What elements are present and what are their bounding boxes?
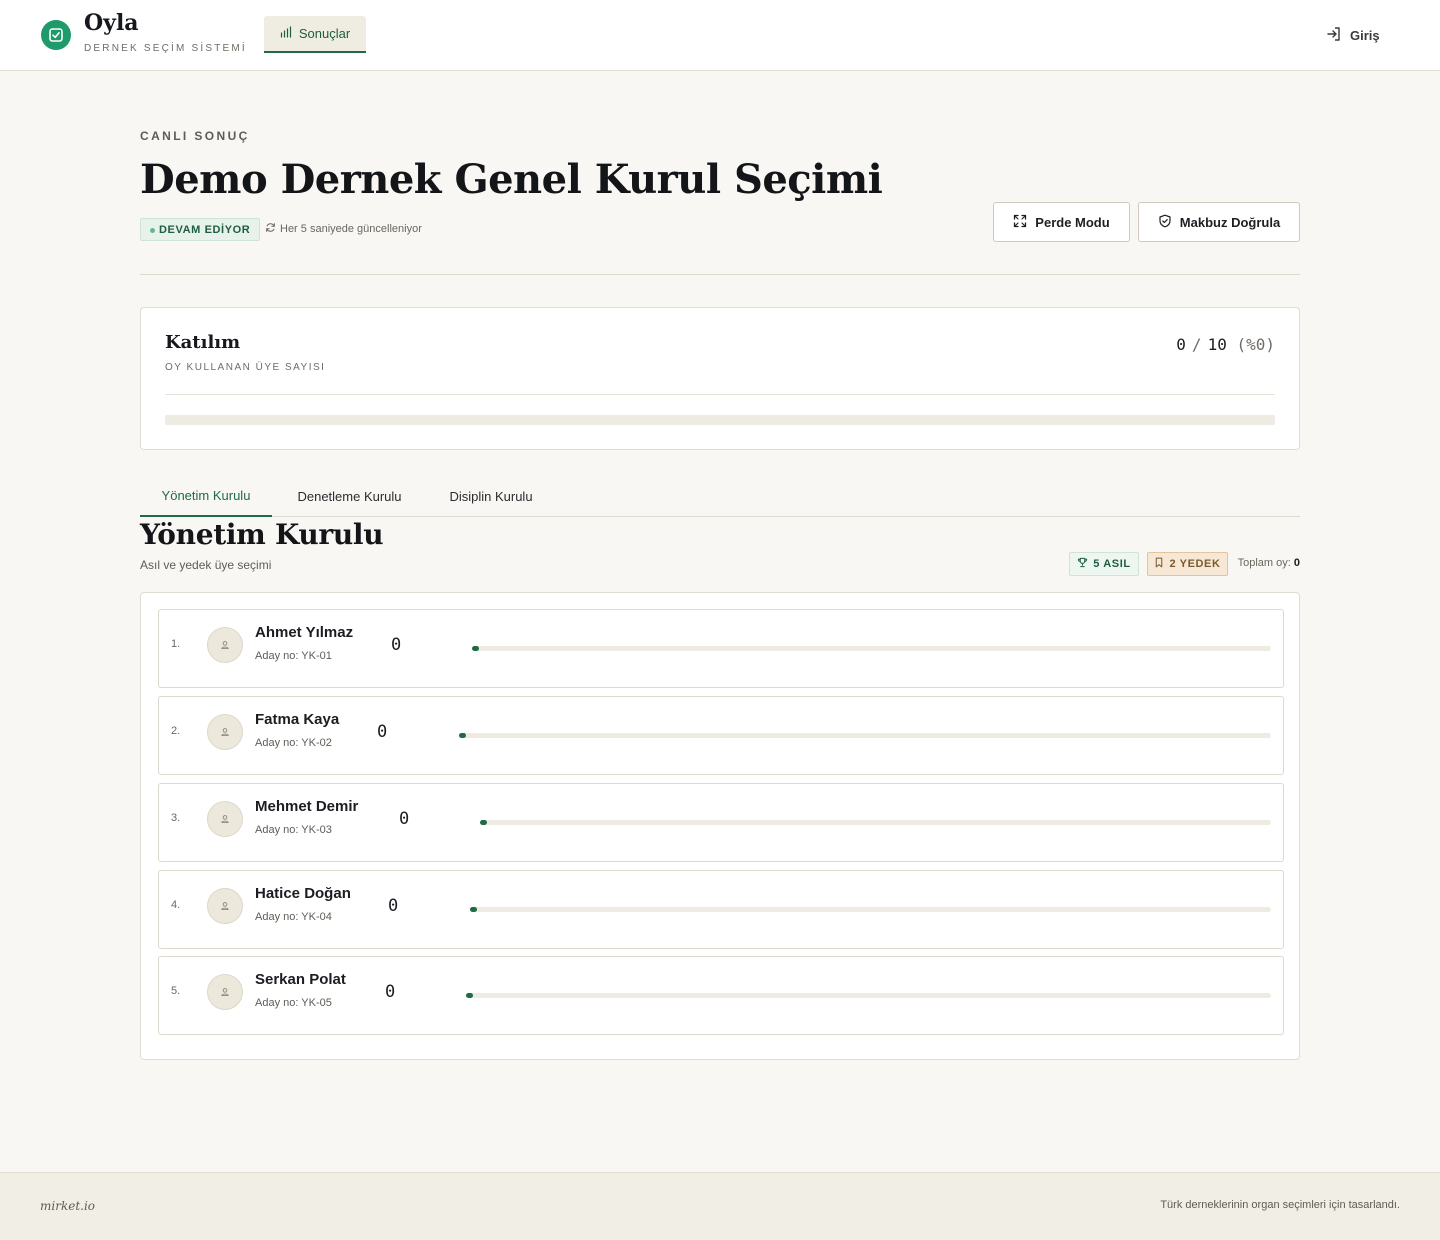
section-title: Yönetim Kurulu [140,518,384,551]
participation-separator: / [1191,335,1202,354]
reserve-members-badge: 2 YEDEK [1147,552,1228,576]
reserve-members-label: 2 YEDEK [1169,558,1221,570]
participation-divider [165,394,1275,395]
top-navigation-bar: Oyla DERNEK SEÇİM SİSTEMİ Sonuçlar Giriş [0,0,1440,71]
candidate-vote-bar [466,993,1271,998]
candidate-name: Hatice Doğan [255,885,351,902]
tab-yonetim-kurulu[interactable]: Yönetim Kurulu [140,476,272,517]
candidate-votes: 0 [391,635,402,655]
candidate-vote-fill [472,646,479,651]
login-label: Giriş [1350,28,1380,43]
log-in-icon [1326,26,1342,45]
candidate-rank: 4. [171,899,181,911]
status-badge: DEVAM EDİYOR [140,218,261,241]
candidate-rank: 1. [171,638,181,650]
user-icon [207,888,243,924]
participation-voted: 0 [1176,335,1186,354]
candidate-name: Mehmet Demir [255,798,359,815]
candidate-rank: 3. [171,812,181,824]
tab-disiplin-kurulu[interactable]: Disiplin Kurulu [427,476,555,517]
nav-tab-results[interactable]: Sonuçlar [264,16,366,53]
status-dot-icon [150,228,155,233]
nav-tab-results-label: Sonuçlar [298,26,351,41]
candidate-votes: 0 [385,982,396,1002]
candidate-name: Serkan Polat [255,971,346,988]
brand-subtitle: DERNEK SEÇİM SİSTEMİ [84,43,247,54]
section-subtitle: Asıl ve yedek üye seçimi [140,558,272,572]
page-title: Demo Dernek Genel Kurul Seçimi [140,156,883,203]
participation-card: Katılım OY KULLANAN ÜYE SAYISI 0 / 10 (%0) [140,307,1300,450]
candidate-votes: 0 [377,722,388,742]
candidate-row: 5. Serkan Polat Aday no: YK-05 0 [158,956,1284,1035]
candidate-vote-bar [470,907,1271,912]
candidate-vote-bar [480,820,1271,825]
user-icon [207,714,243,750]
candidate-vote-bar [472,646,1271,651]
refresh-icon [265,222,276,236]
shield-check-icon [1158,214,1172,231]
tab-denetleme-kurulu[interactable]: Denetleme Kurulu [277,476,422,517]
candidate-number: Aday no: YK-03 [255,824,332,836]
candidate-vote-bar [459,733,1271,738]
section-divider [140,274,1300,275]
expand-icon [1013,214,1027,231]
user-icon [207,801,243,837]
total-votes-label: Toplam oy: [1237,557,1291,569]
candidate-number: Aday no: YK-01 [255,650,332,662]
candidate-votes: 0 [399,809,410,829]
candidate-vote-fill [466,993,473,998]
refresh-note: Her 5 saniyede güncelleniyor [265,222,422,236]
candidate-row: 3. Mehmet Demir Aday no: YK-03 0 [158,783,1284,862]
candidate-vote-fill [470,907,477,912]
candidate-name: Fatma Kaya [255,711,340,728]
candidate-name: Ahmet Yılmaz [255,624,354,641]
candidate-row: 2. Fatma Kaya Aday no: YK-02 0 [158,696,1284,775]
participation-subtitle: OY KULLANAN ÜYE SAYISI [165,362,326,373]
curtain-mode-button[interactable]: Perde Modu [993,202,1130,242]
trophy-icon [1077,557,1088,571]
participation-total: 10 [1207,335,1227,354]
user-icon [207,627,243,663]
candidate-votes: 0 [388,896,399,916]
candidates-card: 1. Ahmet Yılmaz Aday no: YK-01 0 2. Fatm… [140,592,1300,1060]
candidate-vote-fill [459,733,466,738]
candidate-vote-fill [480,820,487,825]
page-footer: mirket.io Türk derneklerinin organ seçim… [0,1172,1440,1240]
candidate-number: Aday no: YK-05 [255,997,332,1009]
main-members-badge: 5 ASIL [1069,552,1139,576]
total-votes: Toplam oy: 0 [1238,557,1300,569]
page-eyebrow: CANLI SONUÇ [140,129,250,143]
user-icon [207,974,243,1010]
refresh-note-label: Her 5 saniyede güncelleniyor [280,223,422,235]
candidate-rank: 5. [171,985,181,997]
candidate-row: 1. Ahmet Yılmaz Aday no: YK-01 0 [158,609,1284,688]
footer-tagline: Türk derneklerinin organ seçimleri için … [1160,1199,1400,1211]
main-members-label: 5 ASIL [1093,558,1131,570]
candidate-rank: 2. [171,725,181,737]
participation-title: Katılım [165,332,241,353]
committee-tabs: Yönetim Kurulu Denetleme Kurulu Disiplin… [140,476,1300,517]
bar-chart-icon [280,26,292,41]
brand-name[interactable]: Oyla [84,10,139,36]
curtain-mode-label: Perde Modu [1035,214,1110,230]
total-votes-value: 0 [1293,557,1300,569]
verify-receipt-button[interactable]: Makbuz Doğrula [1138,202,1300,242]
participation-percent: (%0) [1236,335,1275,354]
participation-count: 0 / 10 (%0) [1176,335,1275,354]
footer-brand-link[interactable]: mirket.io [40,1199,95,1213]
participation-progress-bar [165,415,1275,425]
status-badge-label: DEVAM EDİYOR [159,223,251,236]
candidate-number: Aday no: YK-02 [255,737,332,749]
bookmark-icon [1154,557,1164,571]
candidate-row: 4. Hatice Doğan Aday no: YK-04 0 [158,870,1284,949]
verify-receipt-label: Makbuz Doğrula [1179,214,1281,230]
login-button[interactable]: Giriş [1326,26,1380,45]
check-square-icon[interactable] [41,20,71,50]
candidate-number: Aday no: YK-04 [255,911,332,923]
